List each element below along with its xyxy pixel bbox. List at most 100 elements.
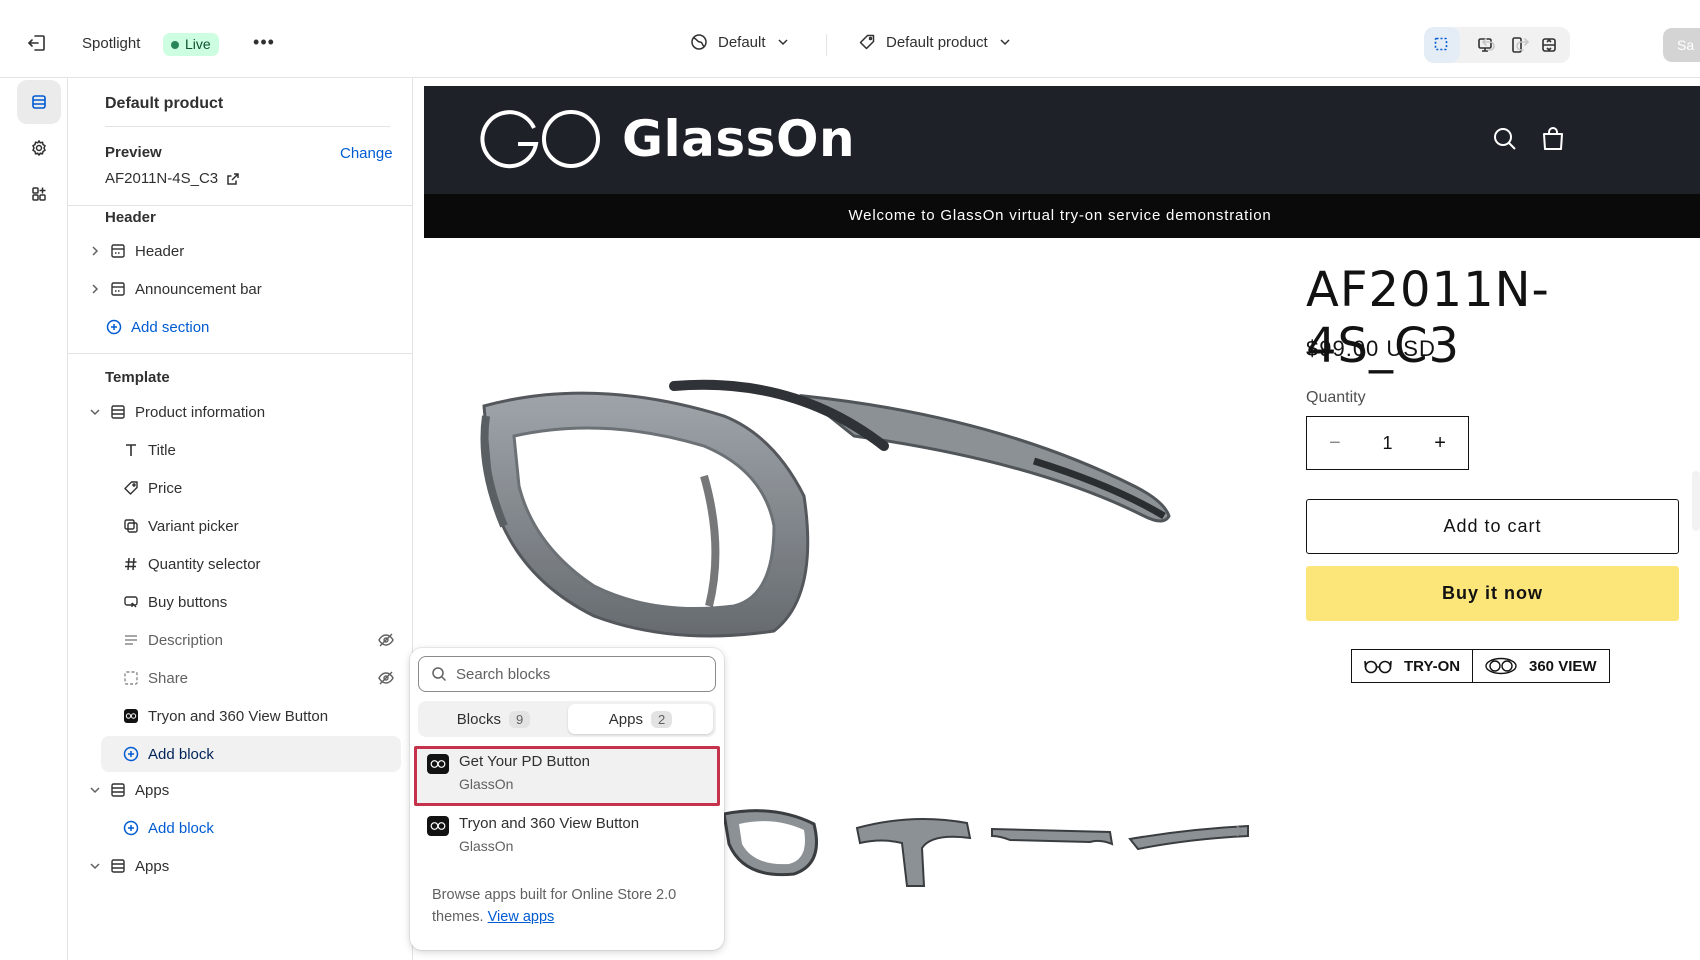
quantity-increase-button[interactable]: + (1434, 432, 1446, 455)
quantity-label: Quantity (1306, 389, 1366, 406)
chevron-right-icon[interactable] (85, 245, 105, 257)
search-icon[interactable] (1492, 126, 1518, 156)
section-item-announcement-bar[interactable]: Announcement bar (85, 271, 400, 307)
divider (68, 353, 412, 354)
save-button[interactable]: Sa (1663, 28, 1700, 62)
quantity-decrease-button[interactable]: − (1329, 432, 1341, 455)
chevron-right-icon[interactable] (1232, 824, 1246, 842)
block-item-buy-buttons[interactable]: Buy buttons (122, 584, 407, 620)
add-block-button[interactable]: Add block (101, 736, 401, 772)
divider (105, 126, 390, 127)
block-item-title[interactable]: Title (122, 432, 407, 468)
scrollbar[interactable] (1692, 471, 1700, 531)
chevron-down-icon[interactable] (85, 406, 105, 418)
template-dropdown[interactable]: Default product (858, 33, 1012, 51)
price-tag-icon (122, 479, 140, 497)
thumbnail-image[interactable] (1128, 798, 1252, 890)
block-option-app: GlassOn (459, 776, 514, 792)
theme-dropdown[interactable]: Default (690, 33, 790, 51)
block-item-variant-picker[interactable]: Variant picker (122, 508, 407, 544)
cart-icon[interactable] (1540, 126, 1566, 156)
add-section-label: Add section (131, 318, 210, 336)
text-icon (122, 441, 140, 459)
view-360-button[interactable]: 360 VIEW (1472, 649, 1610, 683)
preview-label: Preview (105, 144, 162, 161)
apps-add-block-button[interactable]: Add block (122, 810, 407, 846)
search-blocks-field[interactable] (418, 656, 716, 692)
glasses-icon (1364, 660, 1392, 674)
undo-icon[interactable] (1480, 35, 1500, 55)
view-360-label: 360 VIEW (1529, 657, 1597, 675)
section-item-apps[interactable]: Apps (85, 772, 400, 808)
block-item-price[interactable]: Price (122, 470, 407, 506)
block-item-label: Title (148, 441, 176, 459)
block-option-app: GlassOn (459, 838, 514, 854)
search-icon (432, 667, 447, 682)
chevron-down-icon[interactable] (85, 860, 105, 872)
chevron-down-icon (778, 39, 788, 46)
tab-blocks[interactable]: Blocks 9 (421, 704, 566, 734)
page-title: Default product (105, 95, 224, 112)
block-item-share[interactable]: Share (122, 660, 407, 696)
app-embeds-icon[interactable] (17, 172, 61, 216)
divider (68, 205, 412, 206)
live-status-label: Live (185, 36, 211, 52)
view-apps-link[interactable]: View apps (488, 909, 555, 925)
inspector-select-icon[interactable] (1424, 27, 1460, 63)
hidden-eye-icon[interactable] (377, 669, 395, 691)
live-status-badge: Live (163, 33, 219, 56)
browse-apps-note: Browse apps built for Online Store 2.0 t… (432, 884, 708, 928)
section-layout-icon (109, 242, 127, 260)
sections-icon[interactable] (17, 80, 61, 124)
add-to-cart-button[interactable]: Add to cart (1306, 499, 1679, 554)
change-preview-link[interactable]: Change (340, 145, 393, 162)
fullscreen-icon[interactable] (1534, 31, 1564, 59)
add-block-popover: Blocks 9 Apps 2 Get Your PD Button Glass… (410, 648, 724, 950)
section-layout-icon (109, 280, 127, 298)
editor-topbar: Spotlight Live ••• Default Default produ… (0, 0, 1700, 78)
preview-product[interactable]: AF2011N-4S_C3 (105, 170, 240, 187)
tab-apps[interactable]: Apps 2 (568, 704, 713, 734)
external-link-icon[interactable] (226, 172, 240, 186)
add-section-button[interactable]: Add section (105, 309, 412, 345)
block-item-quantity-selector[interactable]: Quantity selector (122, 546, 407, 582)
chevron-down-icon (1000, 39, 1010, 46)
plus-circle-icon (105, 318, 123, 336)
thumbnail-image[interactable] (714, 798, 838, 890)
block-item-description[interactable]: Description (122, 622, 407, 658)
thumbnail-image[interactable] (852, 798, 976, 890)
chevron-right-icon[interactable] (85, 283, 105, 295)
buy-now-button[interactable]: Buy it now (1306, 566, 1679, 621)
redo-icon[interactable] (1513, 35, 1533, 55)
tryon-button[interactable]: TRY-ON (1351, 649, 1474, 683)
section-item-apps-2[interactable]: Apps (85, 848, 400, 884)
paragraph-icon (122, 631, 140, 649)
section-item-product-information[interactable]: Product information (85, 394, 400, 430)
quantity-stepper: − 1 + (1306, 416, 1469, 470)
block-option-get-your-pd[interactable]: Get Your PD Button GlassOn (414, 746, 720, 806)
theme-settings-icon[interactable] (17, 126, 61, 170)
product-main-image[interactable] (474, 376, 1194, 650)
section-item-header[interactable]: Header (85, 233, 400, 269)
search-blocks-input[interactable] (456, 665, 696, 683)
brand-logo[interactable]: GlassOn (480, 108, 855, 170)
quantity-value[interactable]: 1 (1382, 433, 1392, 454)
block-item-label: Variant picker (148, 517, 239, 535)
exit-icon[interactable] (26, 32, 52, 58)
block-option-tryon-360[interactable]: Tryon and 360 View Button GlassOn (414, 808, 720, 868)
rotate-glasses-icon (1485, 657, 1517, 675)
store-header: GlassOn (424, 86, 1700, 194)
thumbnail-image[interactable] (990, 798, 1114, 890)
brand-name: GlassOn (622, 110, 856, 168)
chevron-down-icon[interactable] (85, 784, 105, 796)
template-dropdown-label: Default product (886, 33, 988, 51)
block-item-label: Share (148, 669, 189, 687)
glasson-app-icon (427, 816, 449, 836)
hidden-eye-icon[interactable] (377, 631, 395, 653)
section-layout-icon (109, 781, 127, 799)
template-group-title: Template (105, 369, 170, 386)
plus-circle-icon (122, 745, 140, 763)
count-badge: 9 (508, 710, 531, 728)
block-item-tryon-360[interactable]: Tryon and 360 View Button (122, 698, 407, 734)
more-actions-icon[interactable]: ••• (252, 32, 276, 56)
